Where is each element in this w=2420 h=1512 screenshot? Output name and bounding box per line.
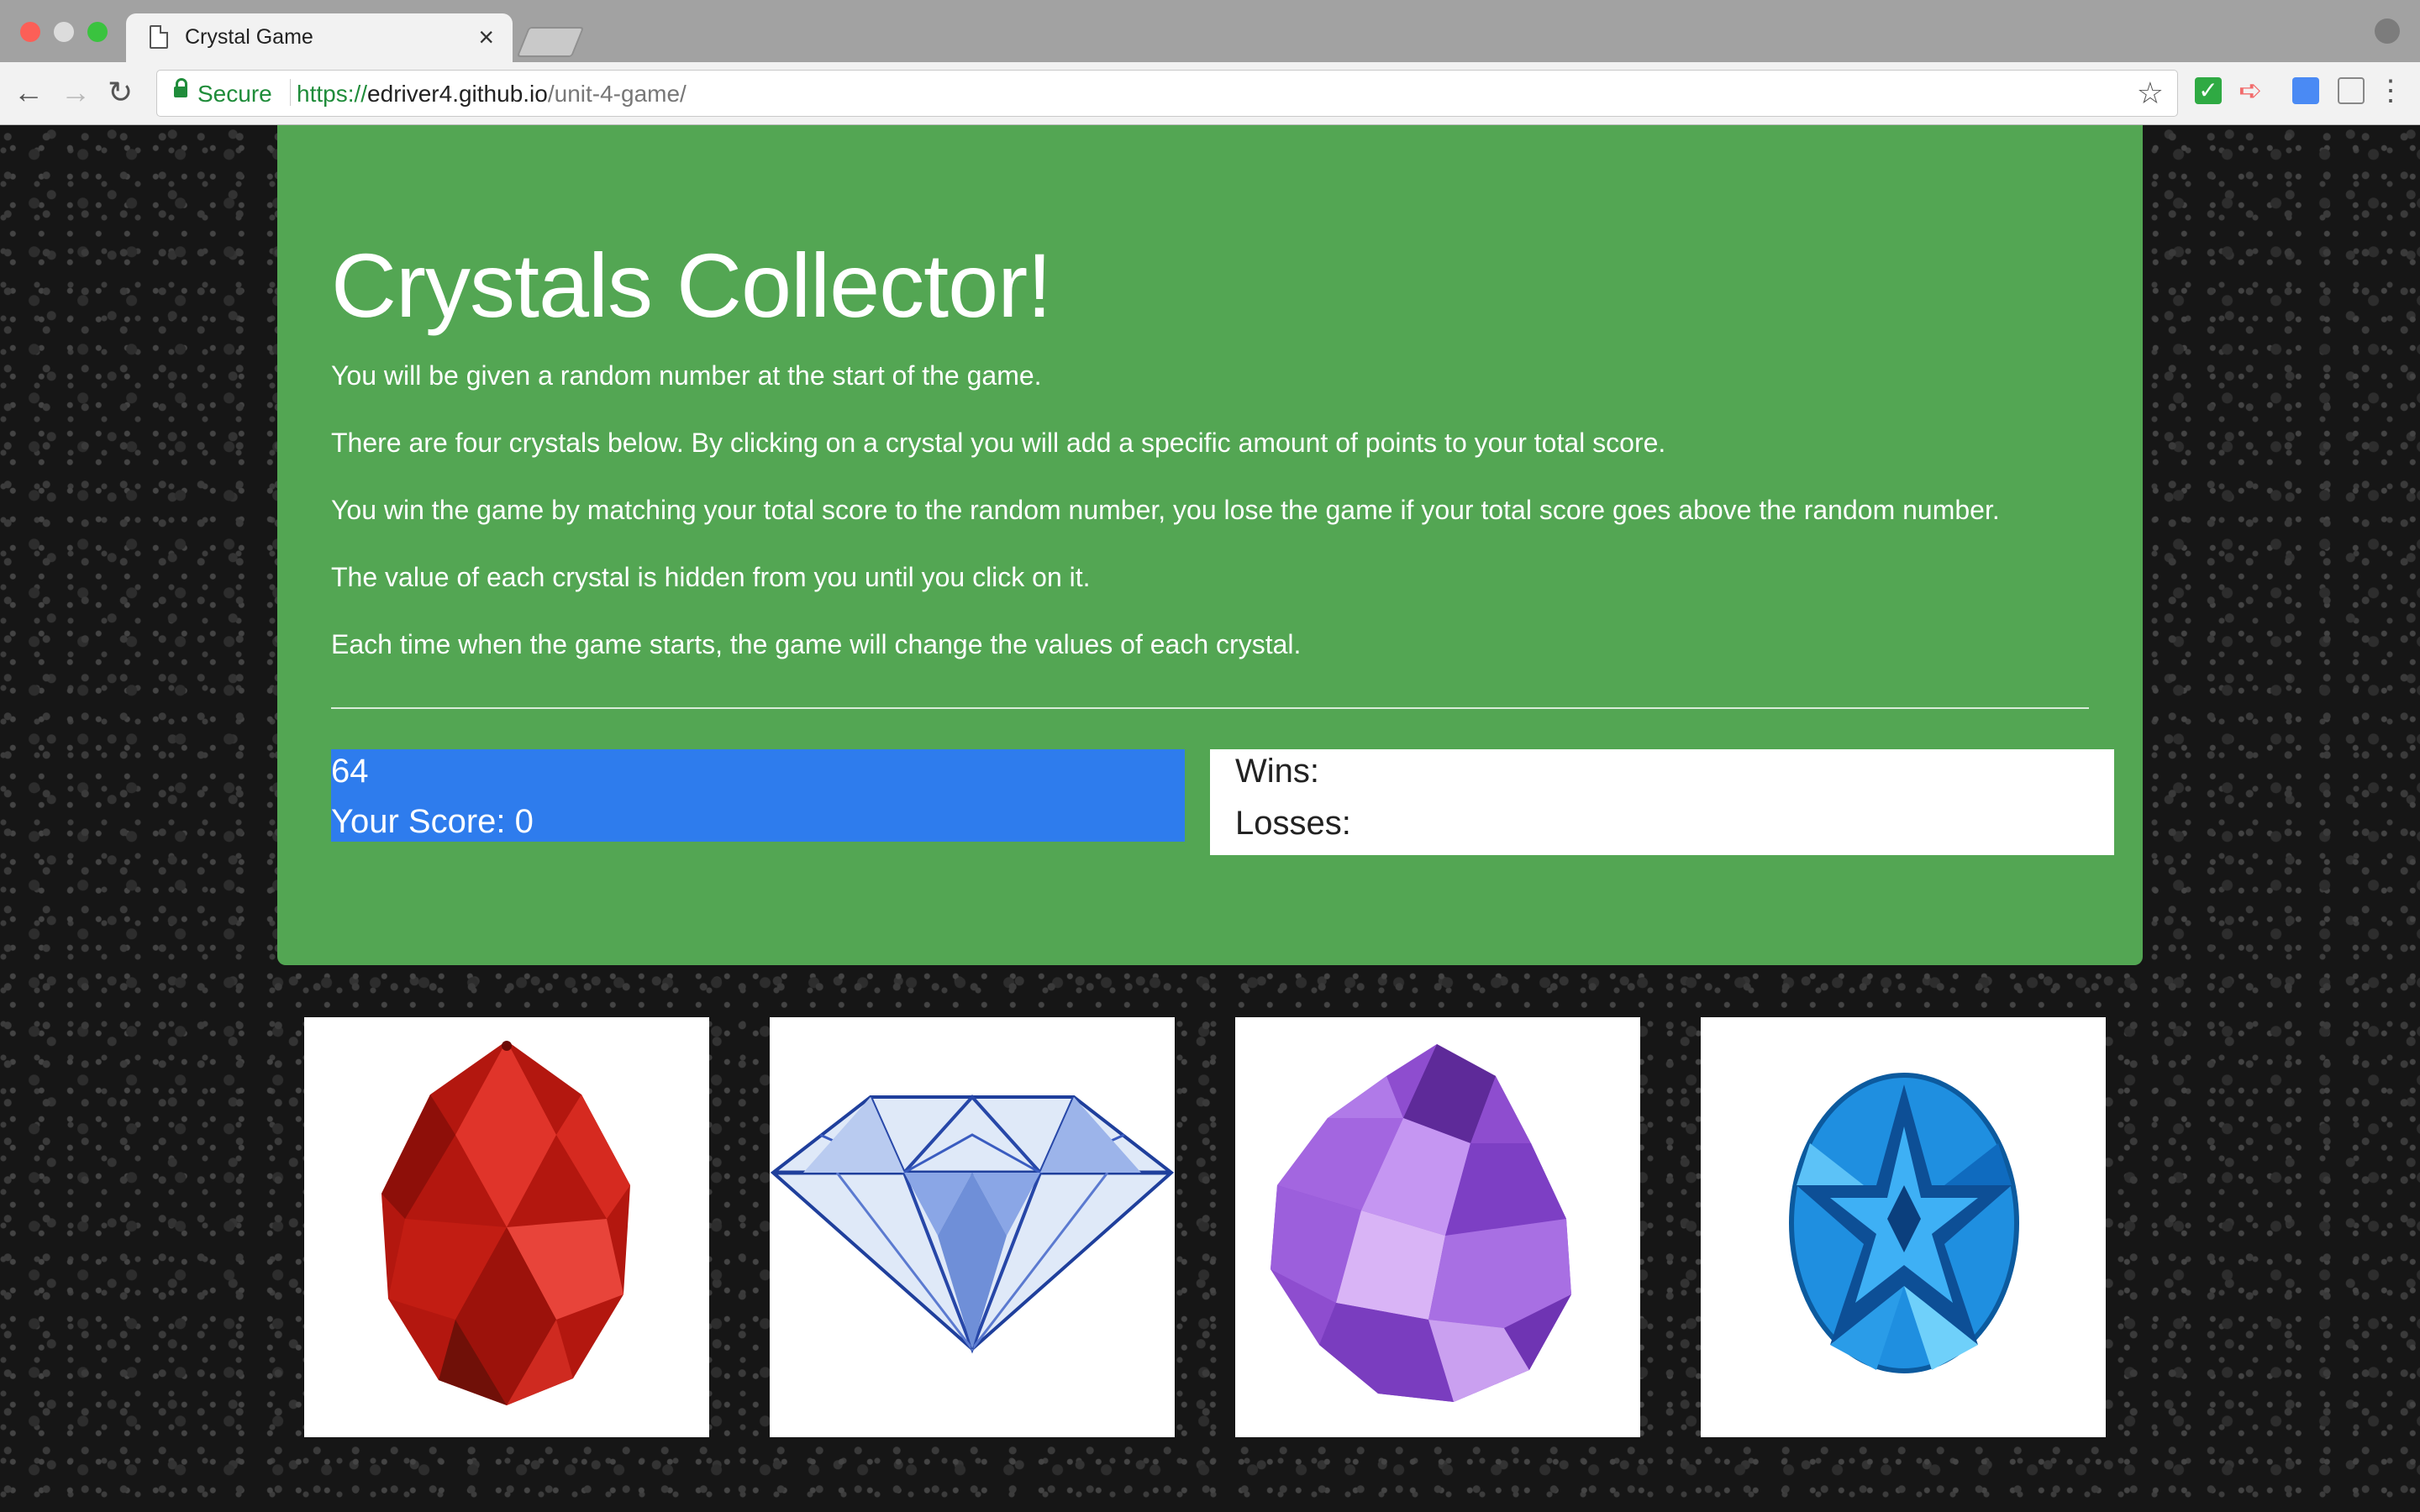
extension-check-icon[interactable]: ✓: [2195, 77, 2222, 104]
url-separator: [290, 79, 291, 106]
jumbotron: Crystals Collector! You will be given a …: [277, 125, 2143, 965]
blue-crystal-button[interactable]: [1701, 1017, 2106, 1437]
wins-label: Wins:: [1235, 753, 1319, 790]
instruction-3: You win the game by matching your total …: [331, 495, 2000, 525]
url-path: /unit-4-game/: [547, 81, 687, 107]
extension-grid-icon[interactable]: [2338, 77, 2365, 104]
forward-icon[interactable]: →: [60, 74, 91, 111]
instruction-2: There are four crystals below. By clicki…: [331, 428, 1666, 458]
window-close-button[interactable]: [20, 22, 40, 42]
losses-label: Losses:: [1235, 805, 1351, 842]
purple-crystal-button[interactable]: [1235, 1017, 1640, 1437]
page-icon: [150, 25, 168, 49]
browser-toolbar: ← → ↻ Secure https://edriver4.github.io/…: [0, 62, 2420, 125]
url-host: edriver4.github.io: [367, 81, 548, 107]
your-score: Your Score: 0: [331, 803, 534, 840]
secure-label: Secure: [197, 81, 272, 107]
new-tab-button[interactable]: [516, 27, 585, 57]
reload-icon[interactable]: ↻: [108, 74, 133, 111]
tab-title: Crystal Game: [185, 25, 313, 49]
crystal-row: [0, 1017, 2420, 1437]
url-text[interactable]: https://edriver4.github.io/unit-4-game/: [297, 81, 687, 108]
browser-menu-icon[interactable]: ⋮: [2376, 72, 2405, 109]
blue-crystal-icon: [1789, 1073, 2019, 1373]
tab-close-icon[interactable]: ×: [478, 20, 494, 54]
profile-icon[interactable]: [2375, 18, 2400, 44]
stats-box: Wins: Losses:: [1210, 749, 2114, 855]
bookmark-star-icon[interactable]: ☆: [2137, 76, 2164, 111]
diamond-crystal-button[interactable]: [770, 1017, 1175, 1437]
divider: [331, 707, 2089, 709]
instruction-5: Each time when the game starts, the game…: [331, 629, 1302, 659]
page-background: Crystals Collector! You will be given a …: [0, 125, 2420, 1512]
page-title: Crystals Collector!: [331, 234, 1052, 336]
diamond-crystal-icon: [770, 1095, 1175, 1354]
window-minimize-button[interactable]: [54, 22, 74, 42]
browser-tabstrip: Crystal Game ×: [0, 0, 2420, 62]
browser-tab[interactable]: Crystal Game ×: [126, 13, 513, 62]
address-bar[interactable]: Secure https://edriver4.github.io/unit-4…: [156, 70, 2178, 117]
red-crystal-icon: [381, 1041, 630, 1405]
url-scheme: https://: [297, 81, 368, 107]
target-number: 64: [331, 753, 369, 790]
instruction-1: You will be given a random number at the…: [331, 360, 1042, 391]
back-icon[interactable]: ←: [13, 74, 44, 111]
instruction-4: The value of each crystal is hidden from…: [331, 562, 1091, 592]
score-box: 64 Your Score: 0: [331, 749, 1185, 842]
lock-icon: [174, 78, 187, 97]
red-crystal-button[interactable]: [304, 1017, 709, 1437]
extension-eyedropper-icon[interactable]: [2292, 77, 2319, 104]
extension-arrow-icon[interactable]: ➪: [2238, 76, 2265, 105]
window-maximize-button[interactable]: [87, 22, 108, 42]
purple-crystal-icon: [1270, 1044, 1571, 1402]
